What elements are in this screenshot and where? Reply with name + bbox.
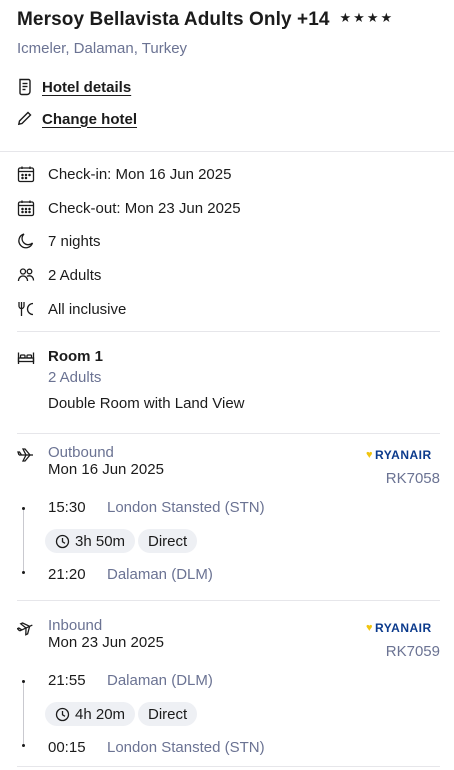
checkin-text: Check-in: Mon 16 Jun 2025 <box>48 165 232 183</box>
cutlery-icon <box>17 300 35 318</box>
checkin-row: Check-in: Mon 16 Jun 2025 <box>17 165 231 183</box>
outbound-date: Mon 16 Jun 2025 <box>48 461 164 478</box>
inbound-label: Inbound <box>48 617 103 634</box>
airline-name: RYANAIR <box>375 448 432 462</box>
moon-icon <box>17 232 35 250</box>
duration-badge: 4h 20m <box>45 702 136 726</box>
room-guests: 2 Adults <box>48 369 102 386</box>
hotel-name: Mersoy Bellavista Adults Only +14 <box>17 9 330 30</box>
divider <box>17 433 440 434</box>
checkout-text: Check-out: Mon 23 Jun 2025 <box>48 199 241 217</box>
bed-icon <box>17 349 35 372</box>
timeline-dot <box>22 680 25 683</box>
outbound-arr-time: 21:20 <box>48 566 86 583</box>
harp-icon: ♥ <box>366 622 374 634</box>
room-title: Room 1 <box>48 348 104 365</box>
calendar-icon <box>17 165 35 183</box>
airline-name: RYANAIR <box>375 621 432 635</box>
clock-icon <box>55 707 70 722</box>
divider <box>0 151 454 152</box>
duration-badge: 3h 50m <box>45 529 136 553</box>
timeline-line <box>23 508 24 572</box>
plane-departure-icon <box>17 446 35 469</box>
people-icon <box>17 266 35 284</box>
inbound-arr-time: 00:15 <box>48 739 86 756</box>
outbound-dep-airport: London Stansted (STN) <box>107 499 265 516</box>
hotel-title: Mersoy Bellavista Adults Only +14 ★★★★ <box>17 9 394 31</box>
board-text: All inclusive <box>48 300 127 318</box>
ryanair-logo: ♥ RYANAIR <box>366 621 432 635</box>
nights-row: 7 nights <box>17 232 101 250</box>
plane-return-icon <box>16 619 35 642</box>
room-type: Double Room with Land View <box>48 395 245 412</box>
checkout-row: Check-out: Mon 23 Jun 2025 <box>17 199 241 217</box>
change-hotel-link[interactable]: Change hotel <box>17 110 137 128</box>
guests-text: 2 Adults <box>48 266 102 284</box>
hotel-location: Icmeler, Dalaman, Turkey <box>17 40 188 57</box>
timeline-dot <box>22 571 25 574</box>
duration-text: 3h 50m <box>75 532 126 550</box>
duration-text: 4h 20m <box>75 705 126 723</box>
inbound-dep-airport: Dalaman (DLM) <box>107 672 213 689</box>
divider <box>17 600 440 601</box>
pencil-icon <box>17 110 33 128</box>
harp-icon: ♥ <box>366 449 374 461</box>
timeline-dot <box>22 744 25 747</box>
outbound-flight-number: RK7058 <box>385 470 440 487</box>
star-rating: ★★★★ <box>339 10 395 25</box>
inbound-arr-airport: London Stansted (STN) <box>107 739 265 756</box>
board-row: All inclusive <box>17 300 126 318</box>
outbound-label: Outbound <box>48 444 114 461</box>
hotel-details-label[interactable]: Hotel details <box>42 79 131 96</box>
timeline-dot <box>22 507 25 510</box>
calendar-icon <box>17 199 35 217</box>
hotel-details-link[interactable]: Hotel details <box>17 78 131 96</box>
inbound-dep-time: 21:55 <box>48 672 86 689</box>
nights-text: 7 nights <box>48 232 101 250</box>
divider <box>17 766 440 767</box>
timeline-line <box>23 681 24 745</box>
ryanair-logo: ♥ RYANAIR <box>366 448 432 462</box>
document-icon <box>17 78 33 96</box>
inbound-flight-number: RK7059 <box>385 643 440 660</box>
direct-badge: Direct <box>138 702 198 726</box>
divider <box>17 331 440 332</box>
guests-row: 2 Adults <box>17 266 101 284</box>
direct-badge: Direct <box>138 529 198 553</box>
outbound-arr-airport: Dalaman (DLM) <box>107 566 213 583</box>
inbound-date: Mon 23 Jun 2025 <box>48 634 164 651</box>
change-hotel-label[interactable]: Change hotel <box>42 111 137 128</box>
outbound-dep-time: 15:30 <box>48 499 86 516</box>
clock-icon <box>55 534 70 549</box>
